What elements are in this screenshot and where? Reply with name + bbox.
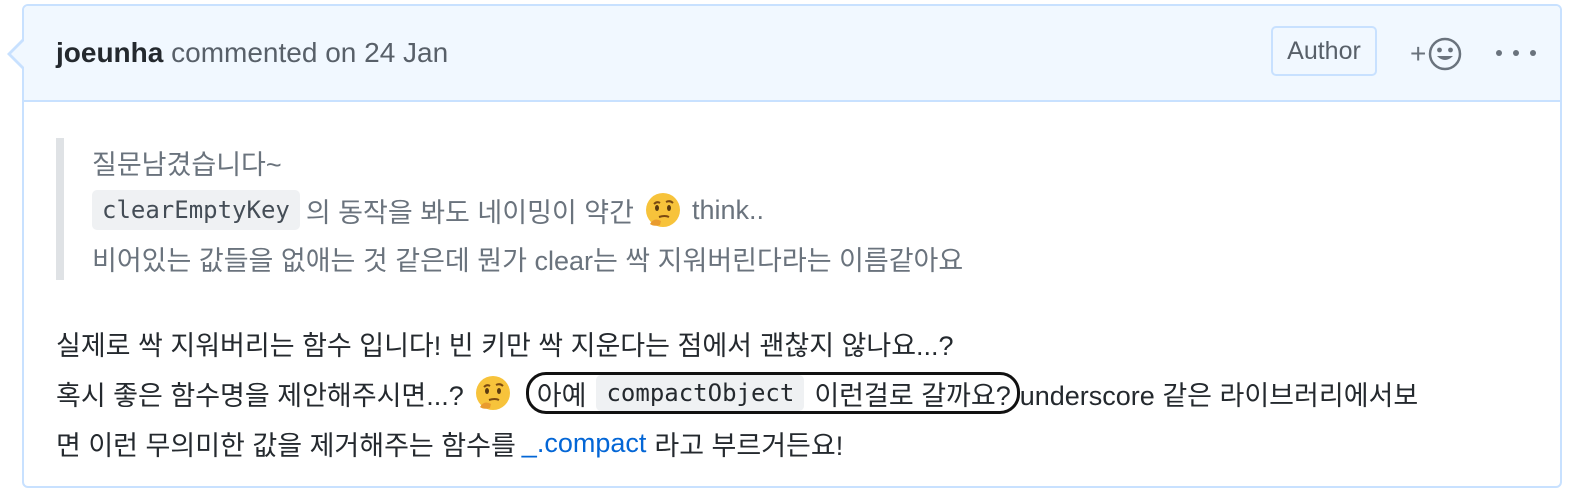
quoted-reply: 질문남겼습니다~ clearEmptyKey 의 동작을 봐도 네이밍이 약간 …	[56, 138, 963, 280]
thinking-face-icon	[475, 376, 510, 410]
quote-line-1: 질문남겼습니다~	[92, 149, 282, 180]
reaction-plus: +	[1410, 38, 1427, 69]
smiley-icon	[1429, 37, 1462, 71]
author-badge: Author	[1271, 26, 1377, 76]
body-text: 혹시 좋은 함수명을 제안해주시면...?	[56, 380, 464, 411]
highlight-text: 아예	[536, 380, 587, 411]
inline-code: clearEmptyKey	[92, 190, 300, 230]
quote-text: 의 동작을 봐도 네이밍이 약간	[305, 197, 634, 228]
comment-header: joeunha commented on 24 Jan Author +	[24, 6, 1560, 102]
comment-action-text: commented on 24 Jan	[171, 37, 449, 68]
inline-code: compactObject	[596, 375, 805, 411]
comment-meta: joeunha commented on 24 Jan	[56, 37, 448, 69]
quote-tail: think..	[691, 194, 764, 225]
body-line-2: 혹시 좋은 함수명을 제안해주시면...? 아예 compactObject 이…	[56, 368, 1418, 418]
comment-box: joeunha commented on 24 Jan Author + 질문남…	[7, 4, 1562, 488]
quote-line-2: clearEmptyKey 의 동작을 봐도 네이밍이 약간 think..	[92, 186, 963, 234]
add-reaction-button[interactable]: +	[1410, 36, 1474, 72]
body-text: 라고 부르거든요!	[654, 430, 844, 461]
quote-line-3: 비어있는 값들을 없애는 것 같은데 뭔가 clear는 싹 지워버린다라는 이…	[92, 245, 964, 276]
highlight-annotation: 아예 compactObject 이런걸로 갈까요?	[525, 372, 1020, 414]
body-text: 면 이런 무의미한 값을 제거해주는 함수를	[56, 430, 516, 461]
highlight-text: 이런걸로 갈까요?	[814, 380, 1011, 411]
body-line-1: 실제로 싹 지워버리는 함수 입니다! 빈 키만 싹 지운다는 점에서 괜찮지 …	[56, 330, 954, 361]
body-line-3: 면 이런 무의미한 값을 제거해주는 함수를 _.compact 라고 부르거든…	[56, 418, 1418, 468]
author-link[interactable]: joeunha	[56, 37, 163, 68]
compact-link[interactable]: _.compact	[522, 428, 647, 459]
body-text: underscore 같은 라이브러리에서보	[1019, 380, 1419, 411]
comment-body: 실제로 싹 지워버리는 함수 입니다! 빈 키만 싹 지운다는 점에서 괜찮지 …	[56, 318, 1418, 468]
thinking-face-icon	[645, 193, 680, 227]
kebab-horizontal-icon[interactable]	[1496, 38, 1536, 68]
